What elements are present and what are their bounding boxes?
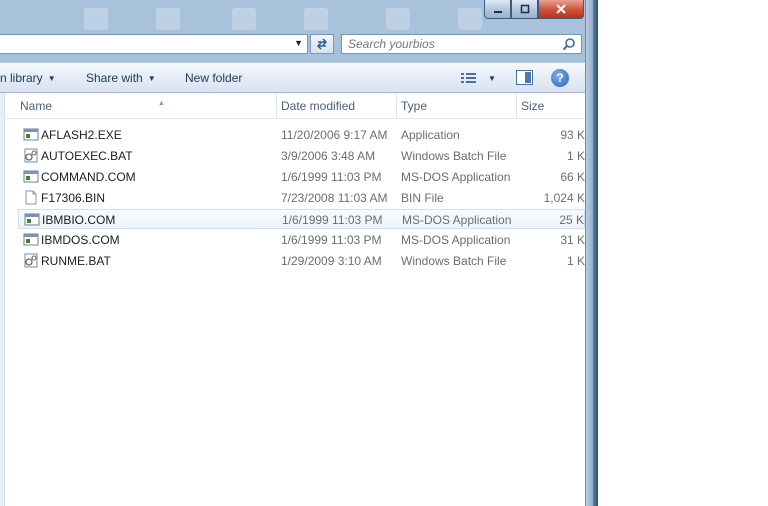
file-date-modified: 7/23/2008 11:03 AM xyxy=(281,191,388,205)
window-shadow-edge xyxy=(593,0,598,506)
file-date-modified: 1/6/1999 11:03 PM xyxy=(282,213,383,227)
application-icon xyxy=(23,233,39,246)
file-row[interactable]: IBMDOS.COM 1/6/1999 11:03 PM MS-DOS Applic… xyxy=(18,230,585,250)
file-icon xyxy=(25,190,37,205)
application-icon xyxy=(24,213,40,226)
column-header-type[interactable]: Type xyxy=(397,93,517,118)
refresh-button[interactable] xyxy=(310,34,334,54)
details-view-icon xyxy=(461,73,476,83)
chevron-down-icon: ▼ xyxy=(147,74,156,83)
column-header-name-label: Name xyxy=(20,99,53,113)
title-bar-glass xyxy=(458,8,482,30)
application-icon xyxy=(23,170,39,183)
file-type: MS-DOS Application xyxy=(402,213,512,227)
file-type: Windows Batch File xyxy=(401,254,507,268)
file-name: RUNME.BAT xyxy=(41,254,111,268)
file-name: F17306.BIN xyxy=(41,191,106,205)
file-size: 25 K xyxy=(559,213,584,227)
column-header-date-modified[interactable]: Date modified xyxy=(277,93,397,118)
file-list: Name ▲ Date modified Type Size AFLASH2.E… xyxy=(0,93,585,506)
minimize-button[interactable] xyxy=(484,0,511,19)
title-bar-glass xyxy=(386,8,410,30)
share-with-button[interactable]: Share with ▼ xyxy=(86,71,156,85)
application-icon xyxy=(23,128,39,141)
batch-file-icon xyxy=(24,148,38,163)
maximize-icon xyxy=(520,4,529,14)
navigation-pane-edge xyxy=(0,93,5,506)
explorer-window: ▼ n library ▼ Share with ▼ New folder ▼ ? xyxy=(0,0,594,506)
include-in-library-label: n library xyxy=(0,71,43,85)
file-date-modified: 1/29/2009 3:10 AM xyxy=(281,254,382,268)
column-header-type-label: Type xyxy=(401,99,428,113)
file-type: BIN File xyxy=(401,191,444,205)
file-name: AUTOEXEC.BAT xyxy=(41,149,133,163)
file-row[interactable]: IBMBIO.COM 1/6/1999 11:03 PM MS-DOS Applic… xyxy=(18,209,585,229)
file-date-modified: 1/6/1999 11:03 PM xyxy=(281,233,382,247)
file-size: 31 K xyxy=(560,233,585,247)
chevron-down-icon[interactable]: ▼ xyxy=(294,38,303,48)
help-button[interactable]: ? xyxy=(551,69,569,87)
file-date-modified: 11/20/2006 9:17 AM xyxy=(281,128,388,142)
file-row[interactable]: AUTOEXEC.BAT 3/9/2006 3:48 AM Windows Batc… xyxy=(18,146,585,166)
command-bar: n library ▼ Share with ▼ New folder ▼ ? xyxy=(0,62,585,93)
file-type: MS-DOS Application xyxy=(401,233,511,247)
column-header-name[interactable]: Name ▲ xyxy=(16,93,277,118)
minimize-icon xyxy=(493,11,502,13)
title-bar-glass xyxy=(84,8,108,30)
close-button[interactable] xyxy=(538,0,584,19)
close-icon xyxy=(556,4,566,14)
search-icon[interactable] xyxy=(562,37,576,51)
file-size: 1 K xyxy=(566,254,585,268)
title-bar-glass xyxy=(232,8,256,30)
desktop-background xyxy=(598,0,768,506)
file-type: MS-DOS Application xyxy=(401,170,511,184)
maximize-button[interactable] xyxy=(511,0,538,19)
file-row[interactable]: RUNME.BAT 1/29/2009 3:10 AM Windows Batch … xyxy=(18,251,585,271)
chevron-down-icon: ▼ xyxy=(488,73,496,83)
caption-buttons xyxy=(484,0,584,19)
share-with-label: Share with xyxy=(86,71,143,85)
column-header-date-label: Date modified xyxy=(281,99,356,113)
file-size: 66 K xyxy=(560,170,585,184)
title-bar-glass xyxy=(156,8,180,30)
help-icon: ? xyxy=(556,71,564,85)
file-size: 93 K xyxy=(560,128,585,142)
search-input[interactable] xyxy=(348,36,558,52)
file-name: IBMBIO.COM xyxy=(42,213,116,227)
sort-ascending-icon: ▲ xyxy=(158,100,165,107)
column-headers: Name ▲ Date modified Type Size xyxy=(4,93,585,119)
file-type: Application xyxy=(401,128,460,142)
include-in-library-button[interactable]: n library ▼ xyxy=(0,71,56,85)
file-name: AFLASH2.EXE xyxy=(41,128,122,142)
column-header-size[interactable]: Size xyxy=(517,93,585,118)
file-row[interactable]: COMMAND.COM 1/6/1999 11:03 PM MS-DOS Appli… xyxy=(18,167,585,187)
file-type: Windows Batch File xyxy=(401,149,507,163)
file-name: IBMDOS.COM xyxy=(41,233,120,247)
file-size: 1,024 K xyxy=(543,191,585,205)
address-bar[interactable]: ▼ xyxy=(0,34,308,54)
file-row[interactable]: F17306.BIN 7/23/2008 11:03 AM BIN File 1,02… xyxy=(18,188,585,208)
batch-file-icon xyxy=(24,253,38,268)
file-name: COMMAND.COM xyxy=(41,170,136,184)
column-header-size-label: Size xyxy=(521,99,545,113)
preview-pane-icon[interactable] xyxy=(516,70,533,85)
chevron-down-icon: ▼ xyxy=(47,74,56,83)
refresh-icon xyxy=(316,38,328,50)
file-size: 1 K xyxy=(566,149,585,163)
file-date-modified: 1/6/1999 11:03 PM xyxy=(281,170,382,184)
file-date-modified: 3/9/2006 3:48 AM xyxy=(281,149,376,163)
title-bar-glass xyxy=(304,8,328,30)
change-view-button[interactable]: ▼ xyxy=(461,70,501,86)
file-row[interactable]: AFLASH2.EXE 11/20/2006 9:17 AM Application… xyxy=(18,125,585,145)
new-folder-button[interactable]: New folder xyxy=(185,71,242,85)
search-box[interactable] xyxy=(341,34,582,54)
